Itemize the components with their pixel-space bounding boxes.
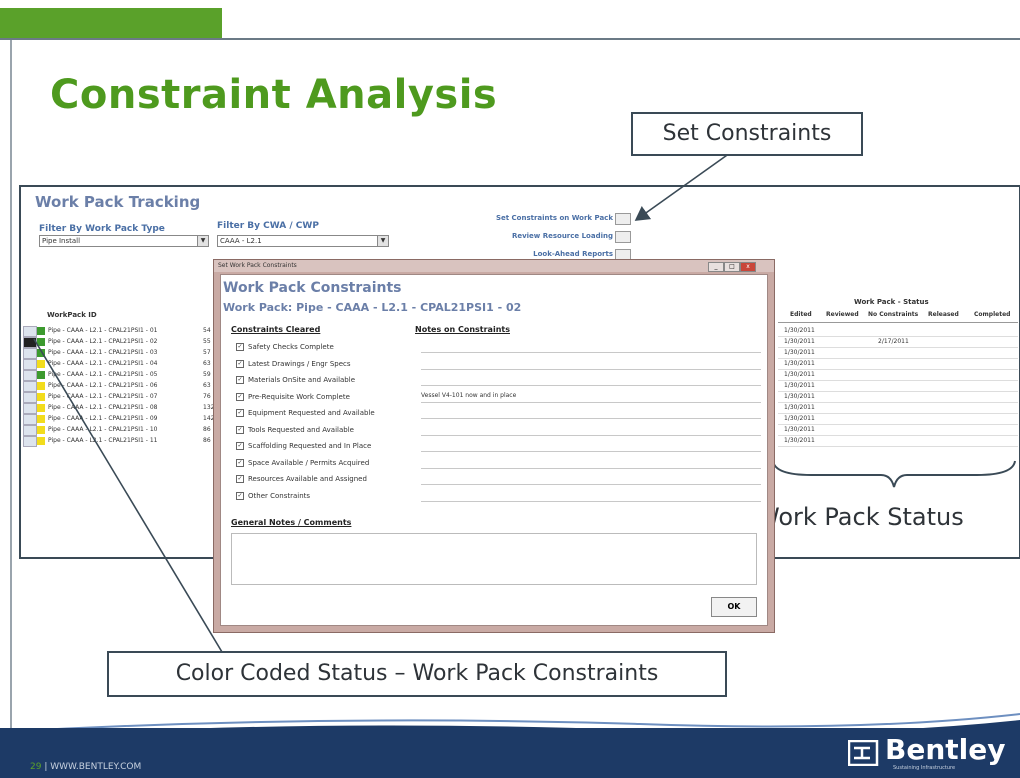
dialog-body: Work Pack Constraints Work Pack: Pipe - … — [220, 274, 768, 626]
color-coded-callout: Color Coded Status – Work Pack Constrain… — [107, 651, 727, 697]
bentley-logo-icon — [848, 740, 879, 766]
bentley-logo: Bentley — [885, 733, 1006, 766]
checkbox[interactable]: ✓ — [236, 458, 244, 467]
constraint-checkbox-item[interactable]: ✓ Latest Drawings / Engr Specs — [236, 359, 351, 368]
constraint-label: Scaffolding Requested and In Place — [248, 442, 372, 450]
constraint-checkbox-item[interactable]: ✓ Pre-Requisite Work Complete — [236, 392, 350, 401]
note-field[interactable] — [421, 418, 761, 419]
constraints-cleared-header: Constraints Cleared — [231, 325, 321, 334]
page-number: 29 — [30, 762, 42, 772]
constraint-checkbox-item[interactable]: ✓ Tools Requested and Available — [236, 425, 354, 434]
general-notes-label: General Notes / Comments — [231, 518, 352, 527]
dialog-subtitle: Work Pack: Pipe - CAAA - L2.1 - CPAL21PS… — [223, 301, 522, 314]
dialog-window-title: Set Work Pack Constraints — [218, 262, 297, 269]
checkbox[interactable]: ✓ — [236, 409, 244, 417]
dialog-title: Work Pack Constraints — [223, 280, 402, 296]
constraint-checkbox-item[interactable]: ✓ Space Available / Permits Acquired — [236, 458, 370, 467]
constraint-checkbox-item[interactable]: ✓ Equipment Requested and Available — [236, 409, 375, 417]
note-field[interactable] — [421, 352, 761, 353]
footer-website: | WWW.BENTLEY.COM — [44, 762, 142, 772]
checkbox[interactable]: ✓ — [236, 442, 244, 450]
close-icon[interactable]: x — [740, 262, 756, 272]
work-pack-status-callout: Work Pack Status — [756, 503, 964, 531]
note-field[interactable] — [421, 368, 761, 370]
checkbox[interactable]: ✓ — [236, 425, 244, 434]
constraint-checkbox-item[interactable]: ✓ Other Constraints — [236, 491, 311, 500]
constraint-checkbox-item[interactable]: ✓ Materials OnSite and Available — [236, 376, 355, 384]
general-notes-textarea[interactable] — [231, 533, 757, 585]
checkbox[interactable]: ✓ — [236, 359, 244, 368]
set-constraints-callout: Set Constraints — [631, 112, 863, 156]
bentley-tagline: Sustaining Infrastructure — [893, 765, 956, 771]
checkbox[interactable]: ✓ — [236, 475, 244, 483]
checkbox[interactable]: ✓ — [236, 343, 244, 351]
minimize-icon[interactable]: _ — [708, 262, 724, 272]
constraint-label: Safety Checks Complete — [248, 343, 334, 351]
constraints-dialog: Set Work Pack Constraints _ □ x Work Pac… — [213, 259, 775, 633]
constraint-label: Latest Drawings / Engr Specs — [248, 359, 351, 368]
constraint-label: Other Constraints — [248, 491, 311, 500]
note-field[interactable] — [421, 451, 761, 452]
note-field[interactable] — [421, 434, 761, 436]
constraint-label: Pre-Requisite Work Complete — [248, 392, 350, 401]
footer-url: 29 | WWW.BENTLEY.COM — [30, 762, 141, 772]
note-field[interactable] — [421, 401, 761, 403]
constraint-label: Materials OnSite and Available — [248, 376, 355, 384]
constraint-label: Tools Requested and Available — [248, 425, 354, 434]
constraint-label: Equipment Requested and Available — [248, 409, 375, 417]
constraint-note: Vessel V4-101 now and in place — [421, 391, 517, 399]
dialog-titlebar: Set Work Pack Constraints _ □ x — [214, 260, 774, 272]
checkbox[interactable]: ✓ — [236, 376, 244, 384]
constraint-label: Resources Available and Assigned — [248, 475, 367, 483]
checkbox[interactable]: ✓ — [236, 392, 244, 401]
constraint-checkbox-item[interactable]: ✓ Resources Available and Assigned — [236, 475, 367, 483]
notes-header: Notes on Constraints — [415, 325, 510, 334]
constraint-label: Space Available / Permits Acquired — [248, 458, 370, 467]
maximize-icon[interactable]: □ — [724, 262, 740, 272]
constraint-checkbox-item[interactable]: ✓ Safety Checks Complete — [236, 343, 334, 351]
note-field[interactable] — [421, 500, 761, 502]
constraint-list: ✓ Safety Checks Complete ✓ Latest Drawings … — [221, 339, 767, 509]
note-field[interactable] — [421, 385, 761, 386]
note-field[interactable] — [421, 467, 761, 469]
checkbox[interactable]: ✓ — [236, 491, 244, 500]
note-field[interactable] — [421, 484, 761, 485]
ok-button[interactable]: OK — [711, 597, 757, 617]
constraint-checkbox-item[interactable]: ✓ Scaffolding Requested and In Place — [236, 442, 371, 450]
